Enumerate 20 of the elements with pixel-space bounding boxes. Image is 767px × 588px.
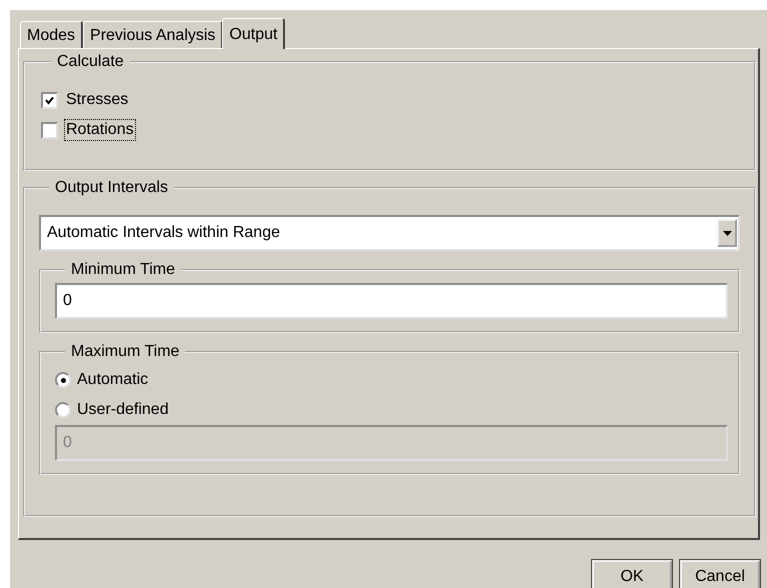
check-icon <box>45 96 54 104</box>
group-title: Output Intervals <box>54 179 169 197</box>
tab[interactable]: Previous Analysis <box>83 21 224 48</box>
group-title: Calculate <box>56 53 125 71</box>
dialog-button[interactable]: OK <box>592 560 672 588</box>
radio-label[interactable]: User-defined <box>77 401 169 419</box>
text-field[interactable]: 0 <box>55 283 728 319</box>
tab[interactable]: Modes <box>20 21 84 48</box>
radio-label[interactable]: Automatic <box>77 371 148 389</box>
tab[interactable]: Output <box>222 18 286 49</box>
checkbox-label[interactable]: Rotations <box>64 119 136 141</box>
radio-button[interactable] <box>55 372 71 388</box>
dialog-button[interactable]: Cancel <box>680 560 760 588</box>
dropdown[interactable]: Automatic Intervals within Range <box>39 215 740 251</box>
checkbox-label[interactable]: Stresses <box>64 89 130 111</box>
checkbox[interactable] <box>41 92 58 108</box>
group-title: Minimum Time <box>70 261 176 279</box>
radio-button[interactable] <box>55 402 71 418</box>
group-title: Maximum Time <box>70 343 180 361</box>
checkbox[interactable] <box>41 122 58 138</box>
